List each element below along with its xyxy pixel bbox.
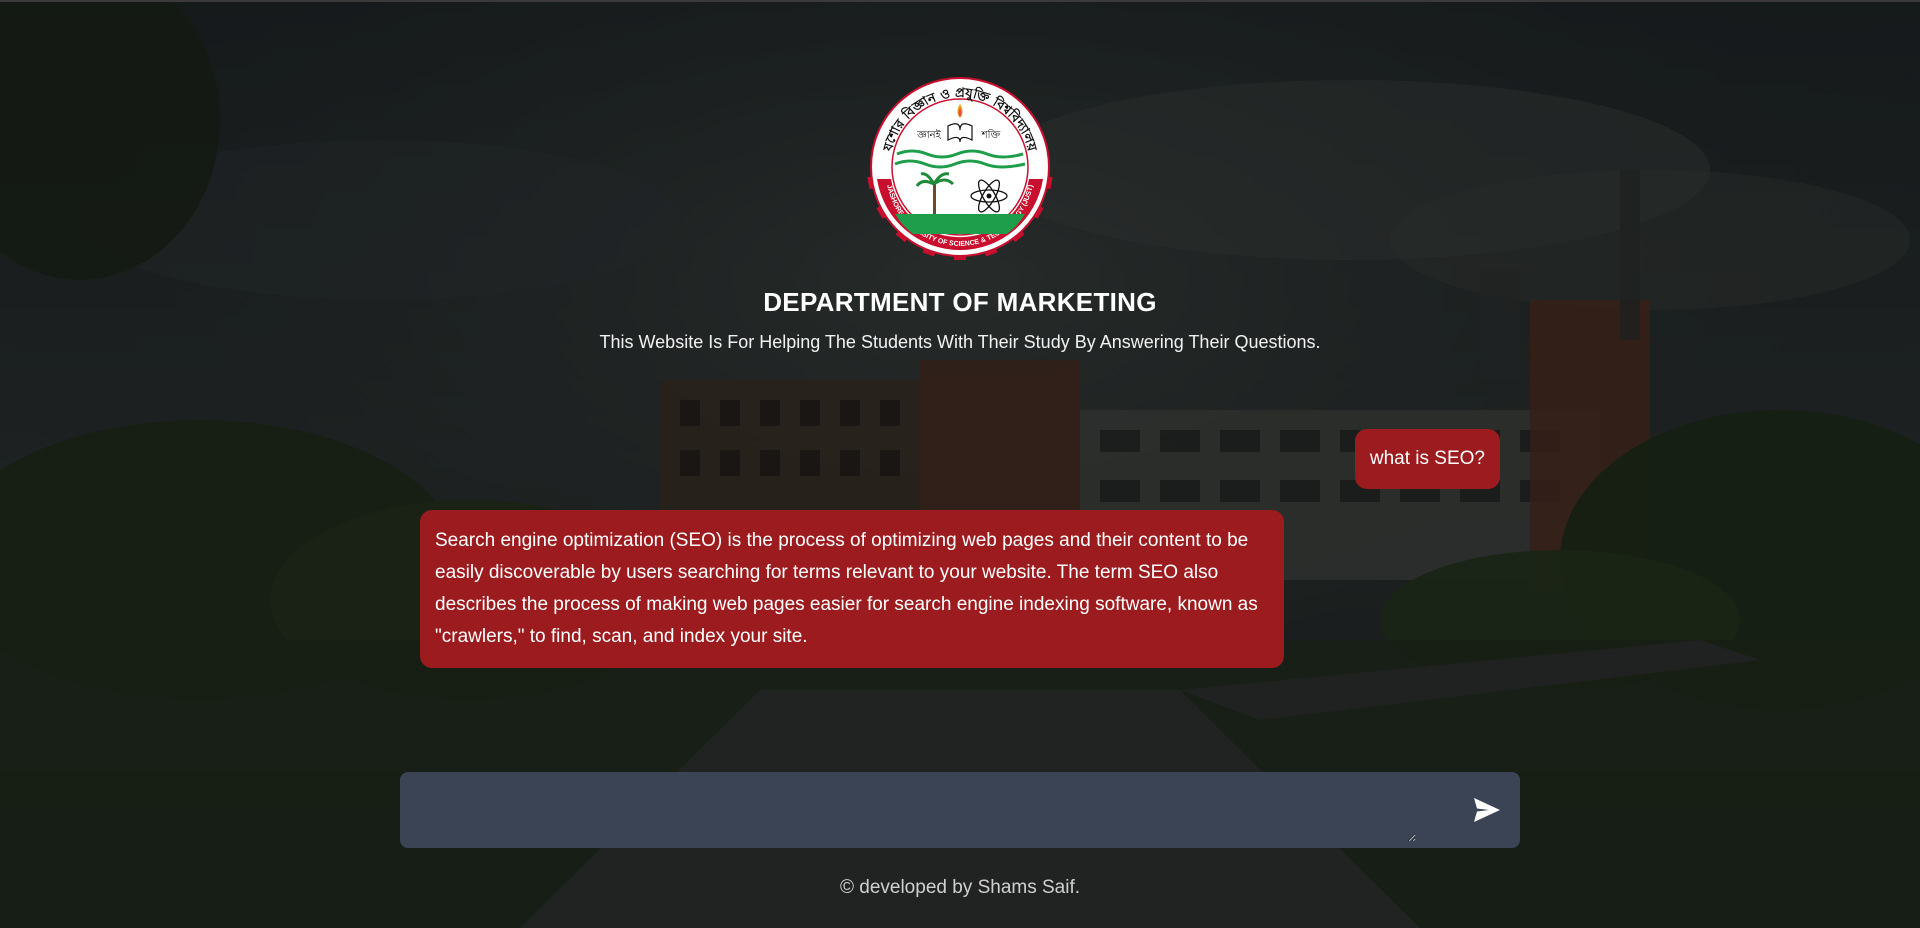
send-button[interactable] (1470, 793, 1504, 827)
message-input[interactable] (410, 780, 1416, 842)
university-logo: যশোর বিজ্ঞান ও প্রযুক্তি বিশ্ববিদ্যালয় … (867, 74, 1053, 260)
logo-right-word: শক্তি (981, 129, 1001, 141)
user-message-bubble: what is SEO? (1354, 429, 1500, 489)
logo-left-word: জ্ঞানই (916, 129, 941, 141)
message-composer (400, 772, 1520, 848)
page-title: DEPARTMENT OF MARKETING (763, 287, 1157, 317)
top-border (0, 0, 1920, 2)
assistant-message-bubble: Search engine optimization (SEO) is the … (420, 510, 1284, 668)
footer-credit: © developed by Shams Saif. (839, 877, 1081, 898)
send-icon (1474, 798, 1500, 822)
page-subtitle: This Website Is For Helping The Students… (599, 332, 1321, 352)
